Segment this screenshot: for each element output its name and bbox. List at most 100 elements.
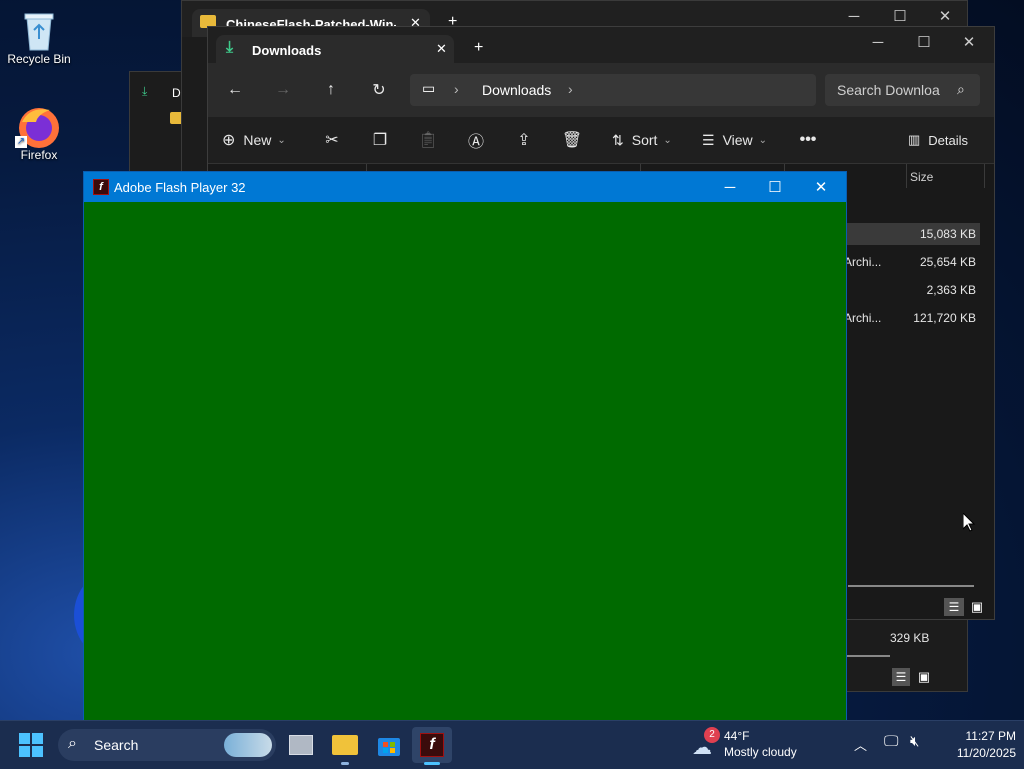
back-arrow-icon[interactable]: ← [220, 76, 250, 104]
close-tab-icon[interactable]: ✕ [436, 41, 447, 57]
running-indicator [341, 762, 349, 765]
details-label: Details [928, 132, 969, 148]
details-button[interactable]: ▥ Details [908, 127, 968, 153]
scrollbar[interactable] [846, 655, 890, 657]
notification-badge: 2 [704, 727, 720, 743]
minimize-icon[interactable]: ─ [855, 27, 901, 57]
chevron-right-icon[interactable]: › [568, 81, 573, 97]
search-label: Search [94, 737, 139, 753]
weather-widget[interactable]: ☁ 2 44°F Mostly cloudy [690, 725, 800, 765]
file-size: 25,654 KB [919, 255, 976, 269]
search-icon[interactable]: ⌕ [957, 81, 965, 98]
details-pane-icon: ▥ [908, 132, 921, 147]
details-view-icon[interactable]: ☰ [892, 668, 910, 686]
breadcrumb[interactable]: Downloads [482, 82, 551, 98]
column-header-size[interactable]: Size [910, 170, 933, 184]
store-icon [378, 738, 400, 756]
desktop-icon-recycle-bin[interactable]: Recycle Bin [4, 8, 74, 66]
flash-icon: f [420, 733, 444, 757]
tiles-view-icon[interactable]: ▣ [915, 668, 933, 686]
clock[interactable]: 11:27 PM 11/20/2025 [946, 729, 1016, 760]
mouse-cursor-icon [962, 511, 976, 537]
paste-icon[interactable]: 📋︎ [414, 127, 442, 153]
details-view-icon[interactable]: ☰ [944, 598, 964, 616]
volume-muted-icon[interactable]: 🔇︎ [910, 733, 919, 750]
sort-button[interactable]: ⇅ Sort ⌄ [612, 127, 672, 153]
shortcut-arrow-icon: ↗ [15, 136, 27, 148]
refresh-icon[interactable]: ↻ [364, 76, 394, 104]
weather-temp: 44°F [724, 729, 750, 743]
maximize-icon[interactable]: ☐ [752, 172, 798, 202]
file-row[interactable]: 2,363 KB [828, 279, 980, 301]
show-hidden-icons-chevron[interactable]: ︿ [854, 735, 867, 754]
clock-date: 11/20/2025 [956, 746, 1016, 760]
new-tab-icon[interactable]: + [474, 39, 483, 57]
desktop-icon-label: Recycle Bin [7, 52, 71, 66]
weather-condition: Mostly cloudy [724, 745, 797, 759]
windows-logo-icon [19, 733, 43, 757]
chevron-right-icon: › [454, 81, 459, 97]
search-placeholder: Search Downloa [837, 82, 940, 98]
chevron-down-icon: ⌄ [663, 134, 672, 146]
tab-title: Downloads [252, 43, 322, 58]
copy-icon[interactable]: ❐ [366, 127, 394, 153]
chevron-down-icon: ⌄ [758, 134, 768, 146]
new-label: New [243, 132, 272, 148]
flash-content-area[interactable] [84, 202, 846, 723]
search-highlight-image [224, 733, 272, 757]
file-size: 329 KB [890, 631, 930, 645]
task-view-button[interactable] [282, 727, 320, 763]
view-icon: ☰ [702, 131, 715, 148]
computer-icon: ▭ [422, 80, 436, 96]
task-view-icon [289, 735, 313, 755]
start-button[interactable] [12, 727, 50, 763]
search-input[interactable]: Search Downloa ⌕ [825, 74, 980, 106]
search-icon: ⌕ [68, 735, 77, 752]
download-icon: ⤓ [226, 39, 234, 56]
download-icon: ⤓ [142, 84, 148, 98]
sort-label: Sort [631, 132, 658, 148]
view-label: View [722, 132, 753, 148]
file-row[interactable]: ed Archi... 121,720 KB [828, 307, 980, 329]
cut-icon[interactable]: ✂ [318, 127, 346, 153]
close-icon[interactable]: ✕ [946, 27, 992, 57]
up-arrow-icon[interactable]: ↑ [316, 76, 346, 104]
horizontal-scrollbar[interactable] [848, 585, 974, 587]
file-row[interactable]: ed Archi... 25,654 KB [828, 251, 980, 273]
folder-icon [332, 735, 358, 755]
tiles-view-icon[interactable]: ▣ [968, 598, 986, 616]
flash-player-window[interactable]: f Adobe Flash Player 32 ─ ☐ ✕ [83, 171, 847, 724]
flash-player-taskbar-button[interactable]: f [412, 727, 452, 765]
file-row[interactable]: n 15,083 KB [828, 223, 980, 245]
store-taskbar-button[interactable] [370, 727, 408, 763]
active-indicator [424, 762, 440, 765]
firefox-icon: ↗ [15, 104, 59, 148]
chevron-down-icon: ⌄ [277, 134, 286, 146]
more-options-icon[interactable]: ••• [794, 127, 822, 153]
rename-icon[interactable]: Ⓐ [462, 127, 490, 153]
network-icon[interactable]: 🖵︎ [884, 733, 898, 750]
flash-icon: f [93, 179, 109, 195]
file-explorer-taskbar-button[interactable] [326, 727, 364, 765]
close-icon[interactable]: ✕ [798, 172, 844, 202]
minimize-icon[interactable]: ─ [707, 172, 753, 202]
maximize-icon[interactable]: ☐ [901, 27, 947, 57]
delete-icon[interactable]: 🗑︎ [558, 127, 586, 153]
file-size: 121,720 KB [913, 311, 976, 325]
share-icon[interactable]: ⇪ [510, 127, 538, 153]
recycle-bin-icon [19, 8, 59, 51]
forward-arrow-icon[interactable]: → [268, 76, 298, 104]
file-size: 15,083 KB [919, 227, 976, 241]
taskbar: ⌕ Search f ☁ 2 44°F Mostly cloudy ︿ 🖵︎ 🔇… [0, 720, 1024, 769]
plus-circle-icon: ⊕ [222, 132, 236, 149]
taskbar-search[interactable]: ⌕ Search [58, 729, 276, 761]
tab-downloads[interactable]: ⤓ Downloads ✕ [216, 35, 454, 63]
desktop-icon-label: Firefox [20, 148, 58, 162]
address-bar[interactable]: ▭ › Downloads › [410, 74, 816, 106]
title-bar[interactable]: f Adobe Flash Player 32 ─ ☐ ✕ [84, 172, 846, 202]
view-button[interactable]: ☰ View ⌄ [702, 127, 767, 153]
clock-time: 11:27 PM [965, 729, 1016, 743]
desktop-icon-firefox[interactable]: ↗ Firefox [4, 104, 74, 162]
file-size: 2,363 KB [926, 283, 976, 297]
new-button[interactable]: ⊕ New ⌄ [222, 127, 286, 153]
